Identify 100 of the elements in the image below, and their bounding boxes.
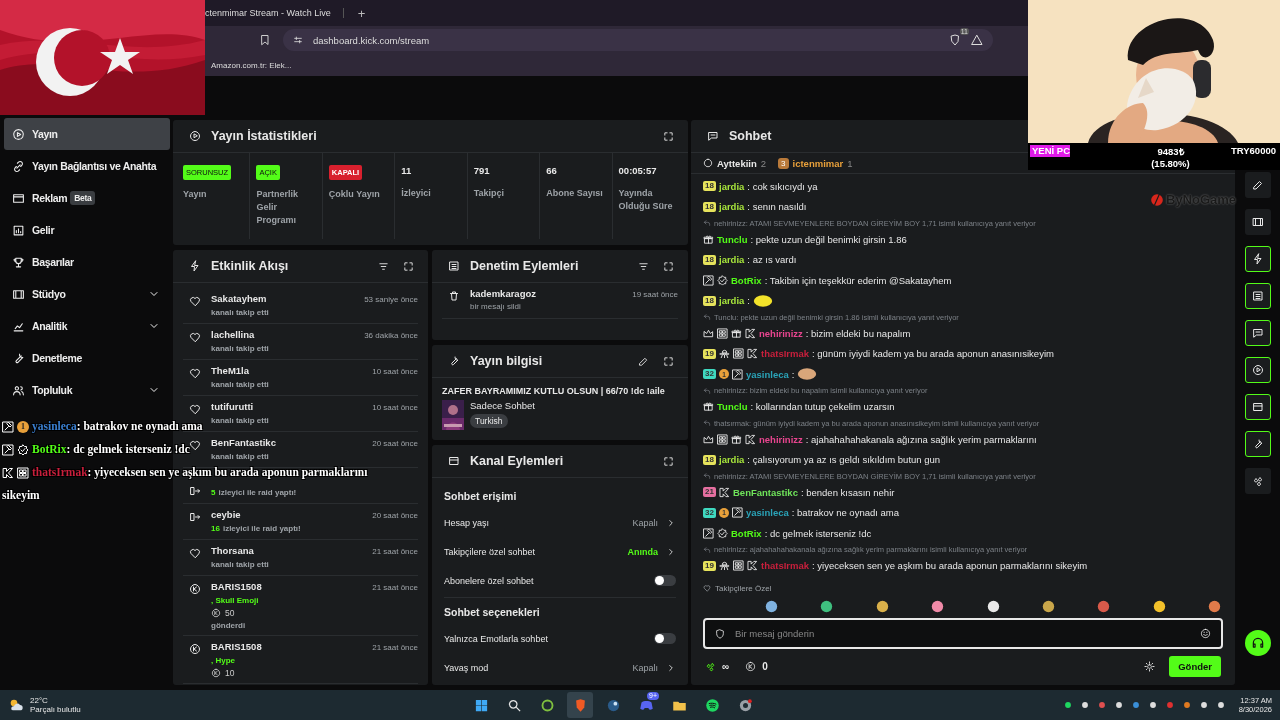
tray-icon[interactable]: [1198, 700, 1209, 710]
rail-button[interactable]: [1245, 468, 1271, 494]
sidebar-item[interactable]: Yayın Bağlantısı ve Anahta: [4, 150, 170, 182]
chat-username[interactable]: nehirinizz: [759, 433, 803, 445]
setting-value[interactable]: Kapalı: [632, 662, 658, 673]
tray-icon[interactable]: [1215, 700, 1226, 710]
event-detail: kanalı takip etti: [211, 308, 270, 317]
trash-icon: [448, 290, 460, 302]
sidebar-item[interactable]: Topluluk: [4, 374, 170, 406]
sidebar-item[interactable]: Gelir: [4, 214, 170, 246]
chat-username[interactable]: BotRix: [731, 527, 762, 539]
chat-username[interactable]: Tunclu: [717, 401, 748, 413]
chat-username[interactable]: nehirinizz: [759, 327, 803, 339]
expand-icon[interactable]: [663, 455, 674, 467]
rail-button[interactable]: [1245, 394, 1271, 420]
message-field[interactable]: Bir mesaj gönderin: [733, 627, 1192, 640]
expand-icon[interactable]: [663, 355, 674, 367]
emote-icon[interactable]: [1152, 599, 1166, 613]
chat-username[interactable]: yasinleca: [746, 507, 789, 519]
username[interactable]: BARIS1508: [211, 641, 262, 652]
username[interactable]: kademkaragoz: [470, 288, 536, 299]
category-name[interactable]: Sadece Sohbet: [470, 400, 535, 411]
username[interactable]: tutifurutti: [211, 401, 254, 412]
username[interactable]: ceybie: [211, 509, 241, 520]
send-button[interactable]: Gönder: [1169, 655, 1221, 677]
username[interactable]: lachellina: [211, 329, 255, 340]
overlay-username: thatsIrmak: [32, 466, 88, 479]
sidebar-item[interactable]: Reklam Beta: [4, 182, 170, 214]
chat-username[interactable]: yasinleca: [746, 368, 789, 380]
setting-value[interactable]: Anında: [627, 546, 658, 557]
timestamp: 10 saat önce: [372, 403, 418, 412]
emote-icon[interactable]: [875, 599, 889, 613]
username[interactable]: ictenmimar: [792, 157, 844, 169]
rail-button[interactable]: [1245, 246, 1271, 272]
emote-icon[interactable]: [986, 599, 1000, 613]
smiley-icon[interactable]: [1200, 628, 1211, 639]
tray-icon[interactable]: [1181, 700, 1192, 710]
tray-icon[interactable]: [1062, 700, 1073, 710]
settings-icon[interactable]: [293, 35, 303, 45]
username[interactable]: BARIS1508: [211, 581, 262, 592]
rail-button[interactable]: [1245, 357, 1271, 383]
chat-username[interactable]: jardia: [719, 254, 745, 266]
bookmark-icon[interactable]: [259, 34, 271, 46]
chat-username[interactable]: jardia: [719, 454, 745, 466]
rail-button[interactable]: [1245, 172, 1271, 198]
settings-icon[interactable]: [1144, 660, 1156, 672]
stat-label: Abone Sayısı: [546, 187, 603, 200]
chevron-right-icon[interactable]: [666, 546, 676, 557]
sidebar-item[interactable]: Başarılar: [4, 246, 170, 278]
expand-icon[interactable]: [663, 130, 674, 142]
sidebar-item[interactable]: Analitik: [4, 310, 170, 342]
sidebar-item[interactable]: Denetleme: [4, 342, 170, 374]
sidebar-item[interactable]: Yayın: [4, 118, 170, 150]
triangle-icon[interactable]: [971, 34, 983, 46]
panel-title: Yayın bilgisi: [470, 354, 543, 368]
toggle-switch[interactable]: [654, 633, 676, 644]
emote-icon[interactable]: [820, 599, 834, 613]
chat-username[interactable]: BotRix: [731, 274, 762, 286]
new-tab-button[interactable]: +: [357, 5, 366, 21]
chat-username[interactable]: Tunclu: [717, 233, 748, 245]
chevron-right-icon[interactable]: [666, 662, 676, 673]
chat-message: : dc gelmek isterseniz !dc: [764, 527, 872, 539]
username[interactable]: Ayttekiin: [717, 157, 757, 169]
username[interactable]: Sakatayhem: [211, 293, 267, 304]
card-icon: [1252, 401, 1264, 413]
timestamp: 20 saat önce: [372, 439, 418, 448]
rail-button[interactable]: [1245, 320, 1271, 346]
username[interactable]: TheM1la: [211, 365, 249, 376]
emote-icon[interactable]: [931, 599, 945, 613]
pencil-icon[interactable]: [638, 355, 649, 367]
panel-title: Etkinlik Akışı: [211, 259, 289, 273]
chat-username[interactable]: jardia: [719, 201, 745, 213]
stat-label: Yayın: [183, 188, 207, 201]
username[interactable]: BenFantastikc: [211, 437, 276, 448]
toggle-switch[interactable]: [654, 575, 676, 586]
emote-icon[interactable]: [765, 599, 778, 613]
chat-username[interactable]: BenFantastikc: [733, 486, 798, 498]
tray-icon[interactable]: [1113, 700, 1124, 710]
tray-icon[interactable]: [1147, 700, 1158, 710]
emote-icon[interactable]: [1208, 599, 1221, 613]
chat-username[interactable]: jardia: [719, 295, 745, 307]
help-button[interactable]: [1245, 630, 1271, 656]
sidebar-item[interactable]: Stüdyo: [4, 278, 170, 310]
rail-button[interactable]: [1245, 283, 1271, 309]
event-detail: kanalı takip etti: [211, 560, 270, 569]
tray-icon[interactable]: [1079, 700, 1090, 710]
rail-button[interactable]: [1245, 431, 1271, 457]
chat-username[interactable]: jardia: [719, 180, 745, 192]
setting-value[interactable]: Kapalı: [632, 517, 658, 528]
filter-icon[interactable]: [378, 260, 389, 272]
filter-icon[interactable]: [638, 260, 649, 272]
chevron-right-icon[interactable]: [666, 517, 676, 528]
username[interactable]: Thorsana: [211, 545, 254, 556]
emote-icon[interactable]: [1041, 599, 1055, 613]
rail-button[interactable]: [1245, 209, 1271, 235]
expand-icon[interactable]: [403, 260, 414, 272]
bookmark-link[interactable]: Amazon.com.tr: Elek...: [211, 60, 292, 70]
expand-icon[interactable]: [663, 260, 674, 272]
message-box[interactable]: Bir mesaj gönderin: [703, 618, 1223, 649]
lion-shield-icon[interactable]: [949, 34, 961, 46]
